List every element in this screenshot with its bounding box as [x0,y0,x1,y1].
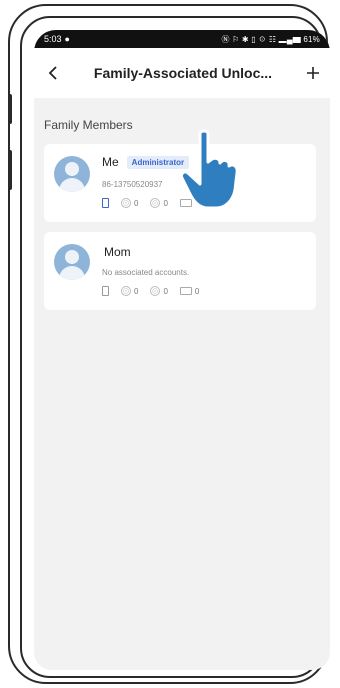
plus-icon [307,67,319,79]
fingerprint-icon [121,198,131,208]
fingerprint-count: 0 [134,286,139,296]
face-count: 0 [163,198,168,208]
volume-button [8,94,12,124]
phone-credential [102,286,109,296]
app-screen: 5:03 ● Ⓝ ⚐ ✱ ▯ ☉ ☷ ▂▄▆ 61% Family-Associ… [34,30,330,670]
back-button[interactable] [42,62,64,84]
card-count: 0 [194,286,200,296]
phone-credential [102,198,109,208]
avatar [54,156,90,192]
face-count: 0 [163,286,168,296]
member-account: No associated accounts. [102,268,190,277]
fingerprint-icon [121,286,131,296]
add-member-button[interactable] [302,62,324,84]
card-credential: 0 [179,286,200,296]
tap-hand-icon [180,129,239,210]
face-icon [150,286,161,296]
member-account: 86-13750520937 [102,180,163,189]
phone-icon [102,198,109,208]
status-icons: Ⓝ ⚐ ✱ ▯ ☉ ☷ ▂▄▆ [221,34,301,44]
member-name: Me [102,155,119,169]
status-bar: 5:03 ● Ⓝ ⚐ ✱ ▯ ☉ ☷ ▂▄▆ 61% [34,30,330,48]
card-icon [179,287,192,295]
face-credential: 0 [150,198,168,208]
phone-icon [102,286,109,296]
navigation-bar: Family-Associated Unloc... [34,48,330,98]
fingerprint-credential: 0 [121,198,138,208]
avatar [54,244,90,280]
status-time: 5:03 [44,34,62,44]
page-title: Family-Associated Unloc... [93,65,273,81]
member-name: Mom [104,245,131,259]
chevron-left-icon [48,66,57,80]
face-icon [150,198,161,208]
notification-icon: ● [64,34,70,44]
face-credential: 0 [150,286,168,296]
member-card-mom[interactable]: Mom No associated accounts. 0 0 0 [44,232,316,310]
battery-level: 61% [303,34,320,44]
fingerprint-credential: 0 [121,286,138,296]
fingerprint-count: 0 [134,198,139,208]
power-button [8,150,12,190]
